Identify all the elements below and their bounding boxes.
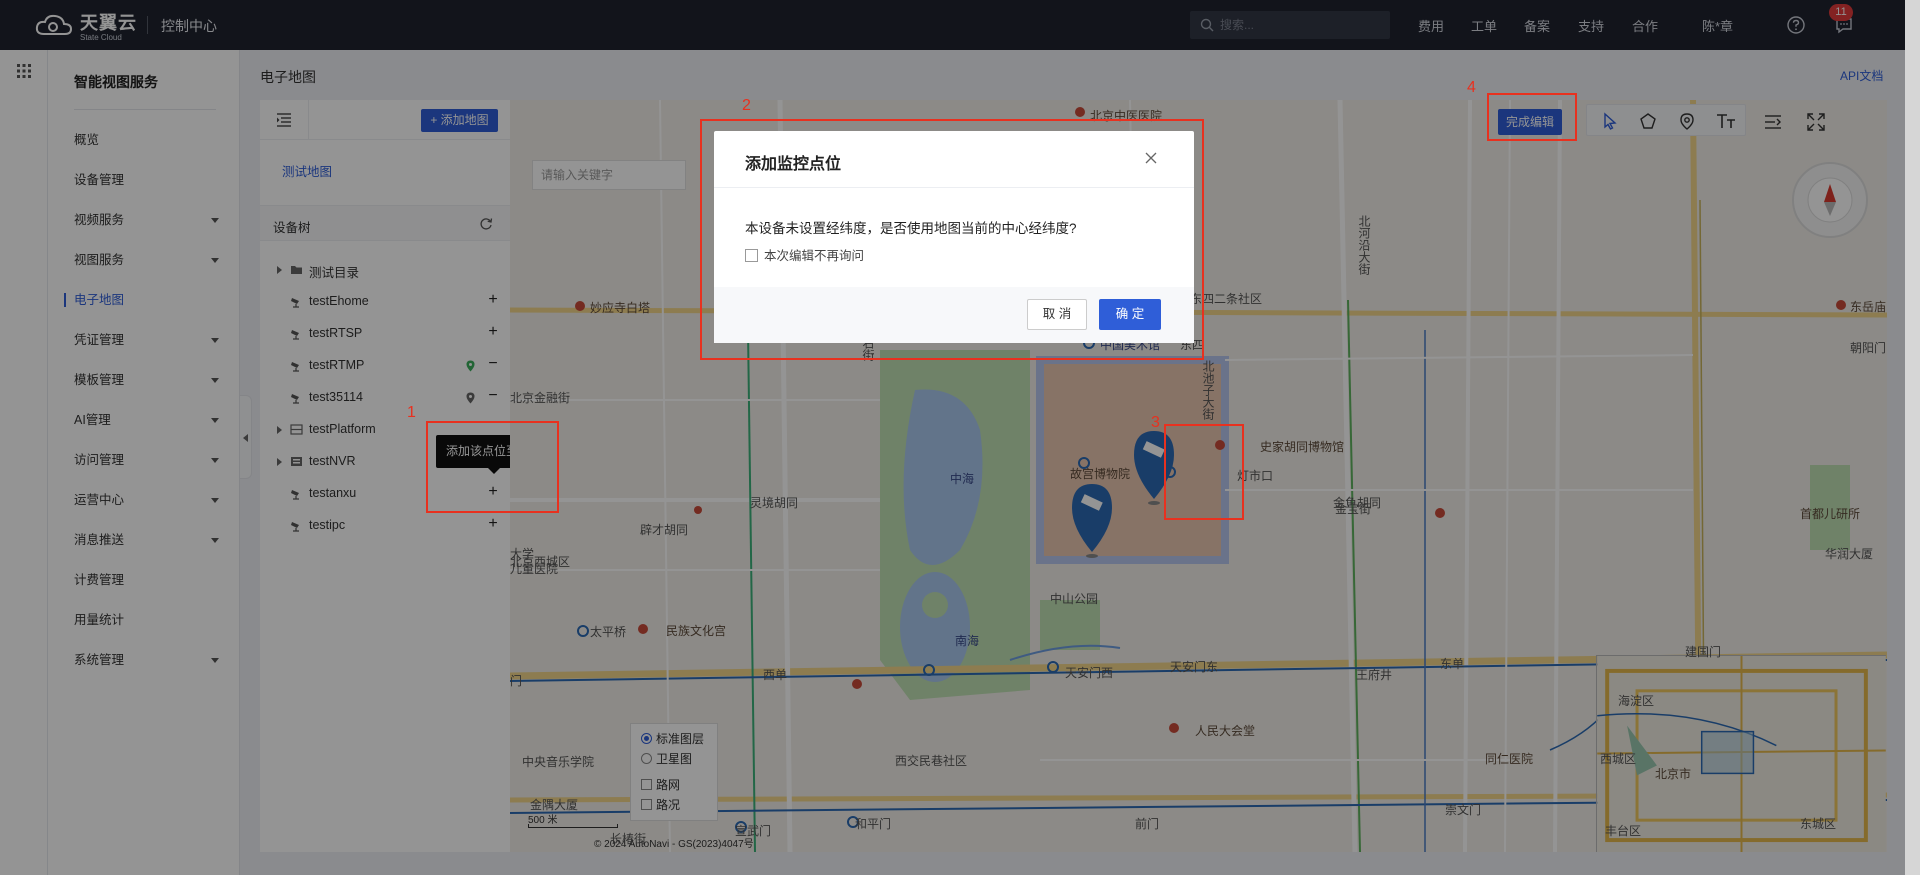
annotation-box [426, 421, 559, 513]
annotation-box [1164, 424, 1244, 520]
window-edge [1905, 0, 1920, 875]
annotation-number: 1 [407, 404, 416, 421]
annotation-box [1487, 93, 1577, 141]
annotation-box [700, 119, 1204, 360]
annotation-number: 4 [1467, 79, 1476, 96]
annotation-number: 2 [742, 97, 751, 114]
annotation-number: 3 [1151, 414, 1160, 431]
